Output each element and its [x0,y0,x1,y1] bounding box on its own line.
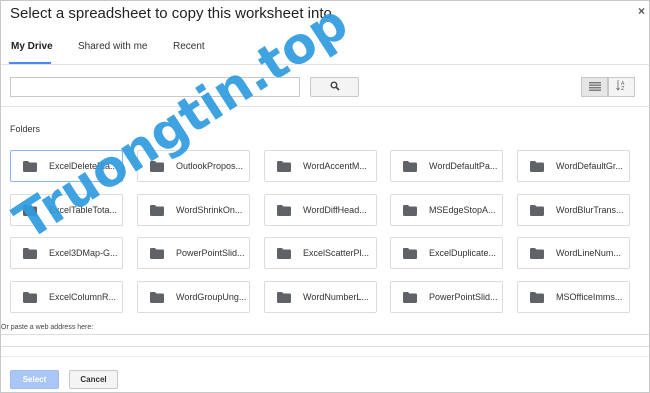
folder-name: WordShrinkOn... [176,205,243,215]
folder-icon [23,247,37,259]
folder-icon [277,160,291,172]
tab-recent[interactable]: Recent [173,41,205,52]
footer-divider [1,356,649,357]
search-input[interactable] [10,77,300,97]
folder-icon [530,291,544,303]
folder-name: ExcelColumnR... [49,292,117,302]
folder-item[interactable]: ExcelDuplicate... [390,237,503,269]
folder-name: ExcelDeleteBla... [49,161,118,171]
folder-icon [530,160,544,172]
folder-name: WordGroupUng... [176,292,247,302]
folder-icon [150,204,164,216]
folder-item[interactable]: ExcelScatterPl... [264,237,377,269]
folder-name: MSOfficeImms... [556,292,623,302]
folder-name: ExcelDuplicate... [429,248,497,258]
folder-name: ExcelScatterPl... [303,248,370,258]
folder-item[interactable]: MSEdgeStopA... [390,194,503,226]
folder-item[interactable]: Excel3DMap-G... [10,237,123,269]
active-tab-indicator [9,62,51,64]
close-icon[interactable]: × [638,4,645,18]
folder-name: WordLineNum... [556,248,621,258]
folder-name: WordAccentM... [303,161,367,171]
folder-item[interactable]: ExcelColumnR... [10,281,123,313]
sort-button[interactable]: AZ [608,77,635,97]
sort-az-icon: AZ [615,78,628,96]
folder-item[interactable]: WordDefaultGr... [517,150,630,182]
folder-icon [403,160,417,172]
tab-shared-with-me[interactable]: Shared with me [78,41,147,52]
select-button[interactable]: Select [10,370,59,389]
folder-icon [277,204,291,216]
list-view-button[interactable] [581,77,608,97]
folders-heading: Folders [10,124,41,134]
folder-icon [530,247,544,259]
tab-bar: My Drive Shared with me Recent [1,31,650,65]
search-toolbar: AZ [1,65,650,107]
web-address-input[interactable] [1,334,649,347]
copy-worksheet-dialog: Select a spreadsheet to copy this worksh… [0,0,650,393]
folder-item[interactable]: MSOfficeImms... [517,281,630,313]
folder-item[interactable]: WordGroupUng... [137,281,250,313]
folder-item[interactable]: WordDefaultPa... [390,150,503,182]
folder-item[interactable]: PowerPointSlid... [390,281,503,313]
folder-icon [530,204,544,216]
folder-item[interactable]: WordAccentM... [264,150,377,182]
folder-item[interactable]: ExcelDeleteBla... [10,150,123,182]
folder-name: PowerPointSlid... [176,248,245,258]
dialog-title: Select a spreadsheet to copy this worksh… [10,5,332,22]
folder-name: WordDefaultPa... [429,161,498,171]
folder-name: WordDefaultGr... [556,161,623,171]
folder-item[interactable]: WordDiffHead... [264,194,377,226]
folder-icon [23,204,37,216]
folder-icon [23,160,37,172]
folder-icon [403,247,417,259]
folder-icon [277,247,291,259]
folder-icon [23,291,37,303]
folder-icon [403,291,417,303]
folder-icon [150,247,164,259]
search-icon [330,78,340,96]
folder-item[interactable]: WordShrinkOn... [137,194,250,226]
folder-icon [150,160,164,172]
list-view-icon [588,78,601,96]
folder-name: MSEdgeStopA... [429,205,496,215]
folder-item[interactable]: OutlookPropos... [137,150,250,182]
folder-name: WordNumberL... [303,292,369,302]
folder-name: WordDiffHead... [303,205,367,215]
svg-text:Z: Z [621,86,625,91]
folder-name: PowerPointSlid... [429,292,498,302]
folder-icon [150,291,164,303]
folder-item[interactable]: WordLineNum... [517,237,630,269]
folder-item[interactable]: WordBlurTrans... [517,194,630,226]
folder-name: WordBlurTrans... [556,205,624,215]
folder-name: ExcelTableTota... [49,205,118,215]
folder-item[interactable]: PowerPointSlid... [137,237,250,269]
cancel-button[interactable]: Cancel [69,370,118,389]
folder-item[interactable]: WordNumberL... [264,281,377,313]
tab-my-drive[interactable]: My Drive [11,41,53,52]
search-button[interactable] [310,77,359,97]
paste-url-label: Or paste a web address here: [1,324,94,331]
folder-icon [403,204,417,216]
folder-name: OutlookPropos... [176,161,244,171]
folder-item[interactable]: ExcelTableTota... [10,194,123,226]
folder-name: Excel3DMap-G... [49,248,118,258]
folder-icon [277,291,291,303]
